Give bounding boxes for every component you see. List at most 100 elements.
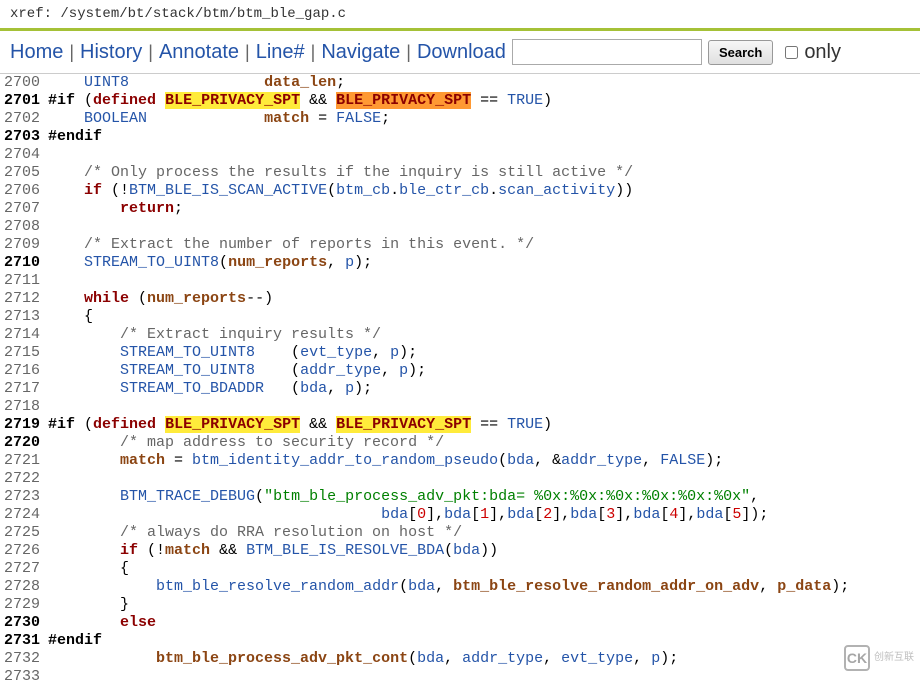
code-content: /* Only process the results if the inqui… [48,164,920,182]
code-content: /* Extract the number of reports in this… [48,236,920,254]
line-number[interactable]: 2705 [0,164,48,182]
code-line: 2712 while (num_reports--) [0,290,920,308]
code-line: 2700 UINT8 data_len; [0,74,920,92]
code-content: match = btm_identity_addr_to_random_pseu… [48,452,920,470]
line-number[interactable]: 2709 [0,236,48,254]
code-line: 2704 [0,146,920,164]
line-number[interactable]: 2713 [0,308,48,326]
code-content: /* map address to security record */ [48,434,920,452]
line-number[interactable]: 2724 [0,506,48,524]
code-content: STREAM_TO_UINT8 (evt_type, p); [48,344,920,362]
code-line: 2725 /* always do RRA resolution on host… [0,524,920,542]
line-number[interactable]: 2708 [0,218,48,236]
annotate-link[interactable]: Annotate [159,41,239,64]
separator: | [311,42,316,63]
code-content: if (!BTM_BLE_IS_SCAN_ACTIVE(btm_cb.ble_c… [48,182,920,200]
line-number[interactable]: 2717 [0,380,48,398]
xref-path: xref: /system/bt/stack/btm/btm_ble_gap.c [0,0,920,31]
line-number[interactable]: 2703 [0,128,48,146]
line-number[interactable]: 2718 [0,398,48,416]
code-content: return; [48,200,920,218]
line-number[interactable]: 2732 [0,650,48,668]
separator: | [245,42,250,63]
download-link[interactable]: Download [417,41,506,64]
code-line: 2722 [0,470,920,488]
separator: | [69,42,74,63]
code-content: STREAM_TO_UINT8(num_reports, p); [48,254,920,272]
line-number[interactable]: 2726 [0,542,48,560]
line-number[interactable]: 2723 [0,488,48,506]
code-line: 2727 { [0,560,920,578]
line-number[interactable]: 2706 [0,182,48,200]
code-line: 2716 STREAM_TO_UINT8 (addr_type, p); [0,362,920,380]
separator: | [148,42,153,63]
code-line: 2726 if (!match && BTM_BLE_IS_RESOLVE_BD… [0,542,920,560]
watermark-icon: CK [844,645,870,671]
line-number[interactable]: 2701 [0,92,48,110]
line-number[interactable]: 2714 [0,326,48,344]
code-line: 2709 /* Extract the number of reports in… [0,236,920,254]
history-link[interactable]: History [80,41,142,64]
line-number[interactable]: 2721 [0,452,48,470]
code-line: 2707 return; [0,200,920,218]
line-number[interactable]: 2733 [0,668,48,686]
code-line: 2715 STREAM_TO_UINT8 (evt_type, p); [0,344,920,362]
code-line: 2729 } [0,596,920,614]
code-content: /* Extract inquiry results */ [48,326,920,344]
code-content [48,146,920,164]
line-number[interactable]: 2716 [0,362,48,380]
separator: | [406,42,411,63]
code-content: { [48,308,920,326]
line-link[interactable]: Line# [256,41,305,64]
watermark-text: 创新互联 [874,653,914,663]
line-number[interactable]: 2715 [0,344,48,362]
code-line: 2702 BOOLEAN match = FALSE; [0,110,920,128]
line-number[interactable]: 2725 [0,524,48,542]
code-line: 2731#endif [0,632,920,650]
line-number[interactable]: 2729 [0,596,48,614]
code-content: else [48,614,920,632]
home-link[interactable]: Home [10,41,63,64]
line-number[interactable]: 2728 [0,578,48,596]
code-line: 2732 btm_ble_process_adv_pkt_cont(bda, a… [0,650,920,668]
line-number[interactable]: 2710 [0,254,48,272]
line-number[interactable]: 2700 [0,74,48,92]
code-content: bda[0],bda[1],bda[2],bda[3],bda[4],bda[5… [48,506,920,524]
code-content: btm_ble_resolve_random_addr(bda, btm_ble… [48,578,920,596]
code-content: { [48,560,920,578]
code-line: 2713 { [0,308,920,326]
code-content: BTM_TRACE_DEBUG("btm_ble_process_adv_pkt… [48,488,920,506]
line-number[interactable]: 2711 [0,272,48,290]
code-content: STREAM_TO_BDADDR (bda, p); [48,380,920,398]
search-input[interactable] [512,39,702,65]
line-number[interactable]: 2731 [0,632,48,650]
line-number[interactable]: 2719 [0,416,48,434]
search-button[interactable]: Search [708,40,773,65]
code-line: 2711 [0,272,920,290]
line-number[interactable]: 2730 [0,614,48,632]
code-line: 2701#if (defined BLE_PRIVACY_SPT && BLE_… [0,92,920,110]
code-line: 2721 match = btm_identity_addr_to_random… [0,452,920,470]
code-line: 2714 /* Extract inquiry results */ [0,326,920,344]
code-content [48,668,920,686]
code-line: 2723 BTM_TRACE_DEBUG("btm_ble_process_ad… [0,488,920,506]
code-line: 2720 /* map address to security record *… [0,434,920,452]
only-checkbox[interactable] [785,46,798,59]
line-number[interactable]: 2707 [0,200,48,218]
code-line: 2705 /* Only process the results if the … [0,164,920,182]
code-line: 2703#endif [0,128,920,146]
line-number[interactable]: 2702 [0,110,48,128]
line-number[interactable]: 2727 [0,560,48,578]
line-number[interactable]: 2720 [0,434,48,452]
line-number[interactable]: 2722 [0,470,48,488]
code-content: UINT8 data_len; [48,74,920,92]
code-content: btm_ble_process_adv_pkt_cont(bda, addr_t… [48,650,920,668]
line-number[interactable]: 2704 [0,146,48,164]
navigate-link[interactable]: Navigate [321,41,400,64]
line-number[interactable]: 2712 [0,290,48,308]
code-content: } [48,596,920,614]
code-line: 2730 else [0,614,920,632]
code-content: #if (defined BLE_PRIVACY_SPT && BLE_PRIV… [48,92,920,110]
toolbar: Home | History | Annotate | Line# | Navi… [0,31,920,74]
code-line: 2718 [0,398,920,416]
